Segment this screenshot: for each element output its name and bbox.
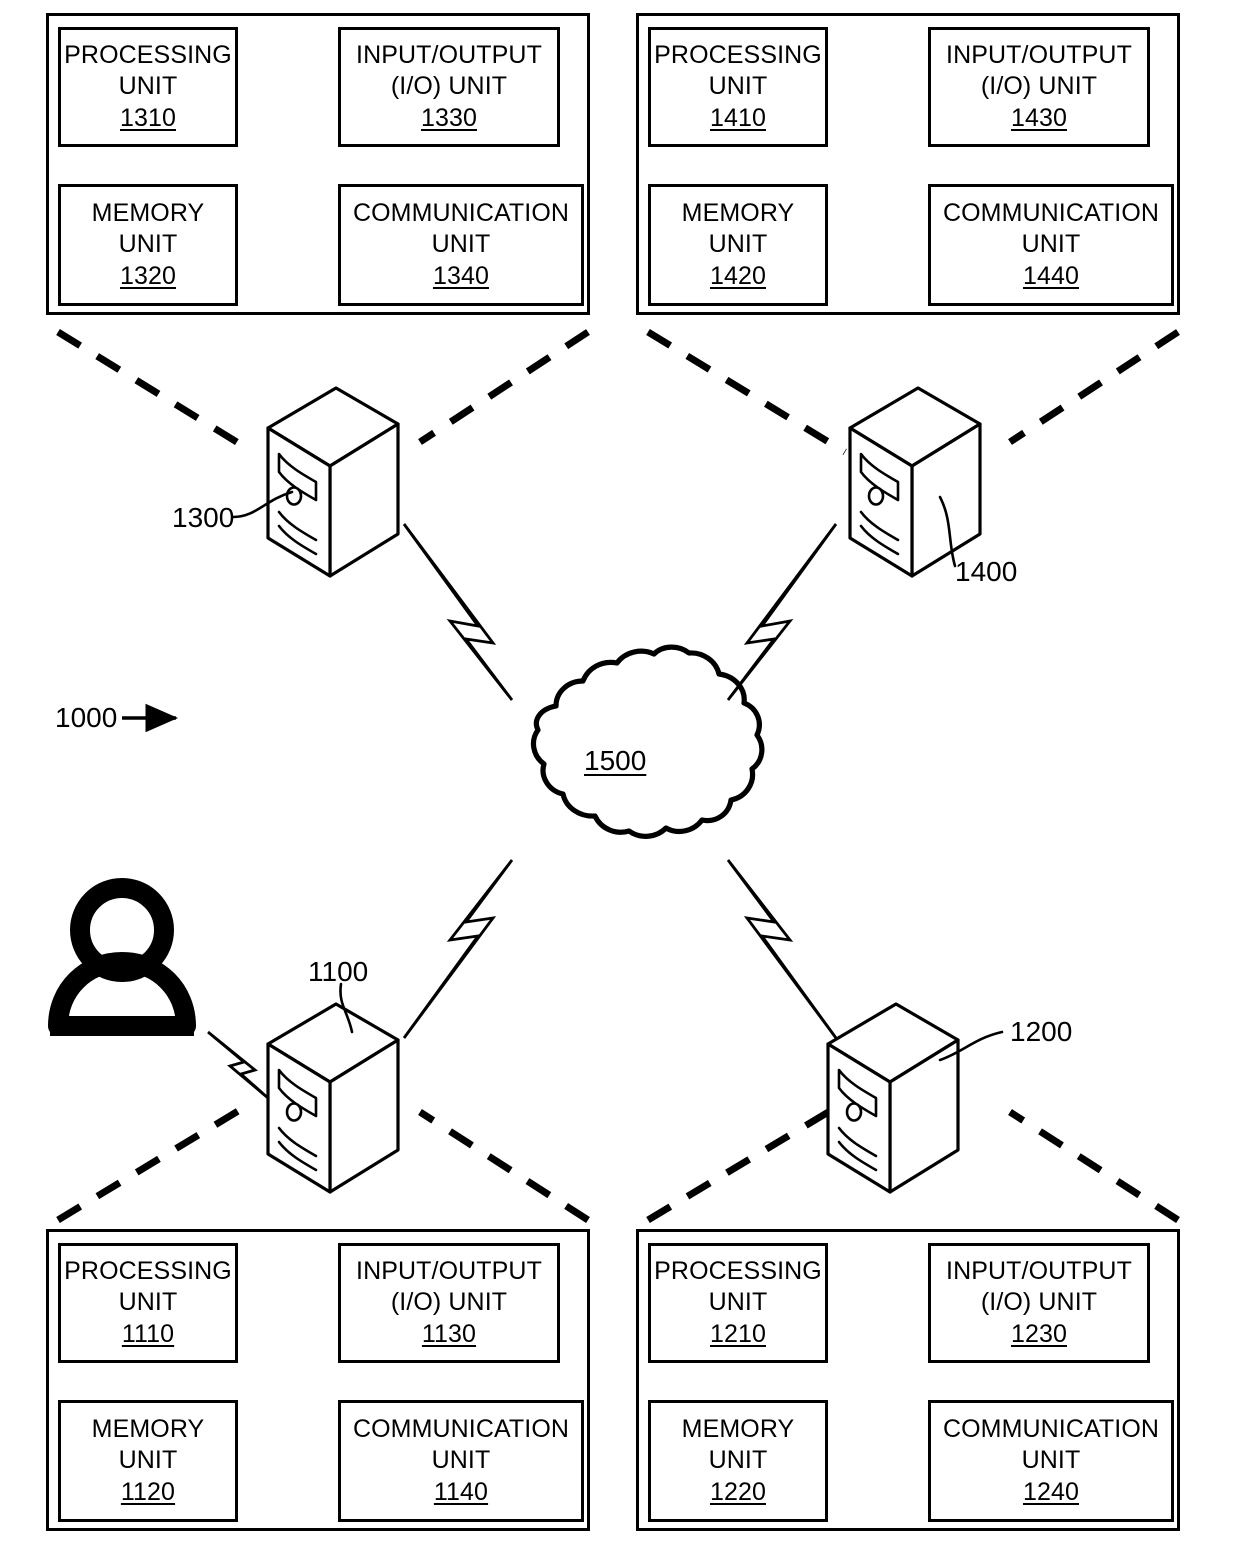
- unit-label-line2: UNIT: [708, 1445, 768, 1474]
- unit-label-line1: COMMUNICATION: [352, 199, 570, 228]
- unit-label-line1: INPUT/OUTPUT: [356, 41, 542, 70]
- unit-label-line2: (I/O) UNIT: [980, 1287, 1098, 1316]
- processing-unit-1310: PROCESSING UNIT 1310: [58, 27, 238, 147]
- processing-unit-1410: PROCESSING UNIT 1410: [648, 27, 828, 147]
- unit-reference-numeral: 1310: [119, 104, 176, 133]
- unit-label-line1: INPUT/OUTPUT: [946, 1257, 1132, 1286]
- system-reference-numeral-1000: 1000: [55, 702, 118, 733]
- unit-label-line1: MEMORY: [681, 199, 795, 228]
- patent-figure: PROCESSING UNIT 1310 INPUT/OUTPUT (I/O) …: [0, 0, 1240, 1551]
- component-panel-1300: PROCESSING UNIT 1310 INPUT/OUTPUT (I/O) …: [46, 13, 590, 315]
- unit-reference-numeral: 1240: [1022, 1478, 1079, 1507]
- unit-reference-numeral: 1110: [121, 1320, 175, 1349]
- processing-unit-1210: PROCESSING UNIT 1210: [648, 1243, 828, 1363]
- unit-reference-numeral: 1120: [120, 1478, 176, 1507]
- unit-label-line1: PROCESSING: [64, 41, 232, 70]
- unit-label-line2: UNIT: [118, 71, 178, 100]
- unit-label-line2: UNIT: [431, 1445, 491, 1474]
- communication-unit-1340: COMMUNICATION UNIT 1340: [338, 184, 584, 306]
- unit-label-line1: PROCESSING: [654, 1257, 822, 1286]
- io-unit-1430: INPUT/OUTPUT (I/O) UNIT 1430: [928, 27, 1150, 147]
- component-panel-1200: PROCESSING UNIT 1210 INPUT/OUTPUT (I/O) …: [636, 1229, 1180, 1531]
- unit-label-line1: COMMUNICATION: [942, 199, 1160, 228]
- server-reference-numeral-1300: 1300: [172, 502, 235, 533]
- unit-label-line1: MEMORY: [91, 199, 205, 228]
- unit-label-line2: UNIT: [118, 1287, 178, 1316]
- unit-label-line1: COMMUNICATION: [942, 1415, 1160, 1444]
- unit-reference-numeral: 1430: [1010, 104, 1067, 133]
- callout-dashed-lines: [56, 329, 1180, 1224]
- server-icon-1100: [266, 1002, 400, 1194]
- unit-label-line2: (I/O) UNIT: [390, 71, 508, 100]
- unit-label-line2: UNIT: [118, 1445, 178, 1474]
- unit-reference-numeral: 1330: [420, 104, 477, 133]
- unit-reference-numeral: 1410: [709, 104, 766, 133]
- unit-reference-numeral: 1320: [119, 262, 176, 291]
- server-reference-numeral-1200: 1200: [1010, 1016, 1073, 1047]
- unit-reference-numeral: 1130: [421, 1320, 477, 1349]
- unit-label-line2: UNIT: [431, 229, 491, 258]
- unit-reference-numeral: 1140: [433, 1478, 489, 1507]
- io-unit-1130: INPUT/OUTPUT (I/O) UNIT 1130: [338, 1243, 560, 1363]
- server-icon-1200: [826, 1002, 960, 1194]
- unit-reference-numeral: 1420: [709, 262, 766, 291]
- unit-label-line2: UNIT: [118, 229, 178, 258]
- wireless-link-bolts: [207, 523, 838, 1100]
- unit-label-line2: UNIT: [708, 229, 768, 258]
- memory-unit-1120: MEMORY UNIT 1120: [58, 1400, 238, 1522]
- unit-label-line2: (I/O) UNIT: [390, 1287, 508, 1316]
- component-panel-1100: PROCESSING UNIT 1110 INPUT/OUTPUT (I/O) …: [46, 1229, 590, 1531]
- unit-label-line1: PROCESSING: [654, 41, 822, 70]
- unit-label-line1: INPUT/OUTPUT: [946, 41, 1132, 70]
- unit-reference-numeral: 1230: [1010, 1320, 1067, 1349]
- communication-unit-1440: COMMUNICATION UNIT 1440: [928, 184, 1174, 306]
- unit-reference-numeral: 1210: [709, 1320, 766, 1349]
- server-reference-numeral-1400: 1400: [955, 556, 1018, 587]
- io-unit-1330: INPUT/OUTPUT (I/O) UNIT 1330: [338, 27, 560, 147]
- unit-label-line1: INPUT/OUTPUT: [356, 1257, 542, 1286]
- unit-label-line1: MEMORY: [681, 1415, 795, 1444]
- server-icon-1300: [266, 386, 400, 578]
- unit-label-line2: (I/O) UNIT: [980, 71, 1098, 100]
- unit-label-line1: COMMUNICATION: [352, 1415, 570, 1444]
- server-icon-1400: [848, 386, 982, 578]
- unit-reference-numeral: 1440: [1022, 262, 1079, 291]
- network-cloud-reference-numeral-1500: 1500: [584, 745, 647, 776]
- memory-unit-1220: MEMORY UNIT 1220: [648, 1400, 828, 1522]
- unit-reference-numeral: 1220: [709, 1478, 766, 1507]
- unit-label-line2: UNIT: [1021, 1445, 1081, 1474]
- unit-reference-numeral: 1340: [432, 262, 489, 291]
- component-panel-1400: PROCESSING UNIT 1410 INPUT/OUTPUT (I/O) …: [636, 13, 1180, 315]
- processing-unit-1110: PROCESSING UNIT 1110: [58, 1243, 238, 1363]
- memory-unit-1420: MEMORY UNIT 1420: [648, 184, 828, 306]
- user-person-icon: [48, 878, 196, 1036]
- unit-label-line2: UNIT: [708, 1287, 768, 1316]
- unit-label-line2: UNIT: [1021, 229, 1081, 258]
- memory-unit-1320: MEMORY UNIT 1320: [58, 184, 238, 306]
- communication-unit-1140: COMMUNICATION UNIT 1140: [338, 1400, 584, 1522]
- communication-unit-1240: COMMUNICATION UNIT 1240: [928, 1400, 1174, 1522]
- server-reference-numeral-1100: 1100: [308, 956, 369, 987]
- unit-label-line1: PROCESSING: [64, 1257, 232, 1286]
- io-unit-1230: INPUT/OUTPUT (I/O) UNIT 1230: [928, 1243, 1150, 1363]
- network-cloud: [530, 644, 765, 839]
- unit-label-line1: MEMORY: [91, 1415, 205, 1444]
- unit-label-line2: UNIT: [708, 71, 768, 100]
